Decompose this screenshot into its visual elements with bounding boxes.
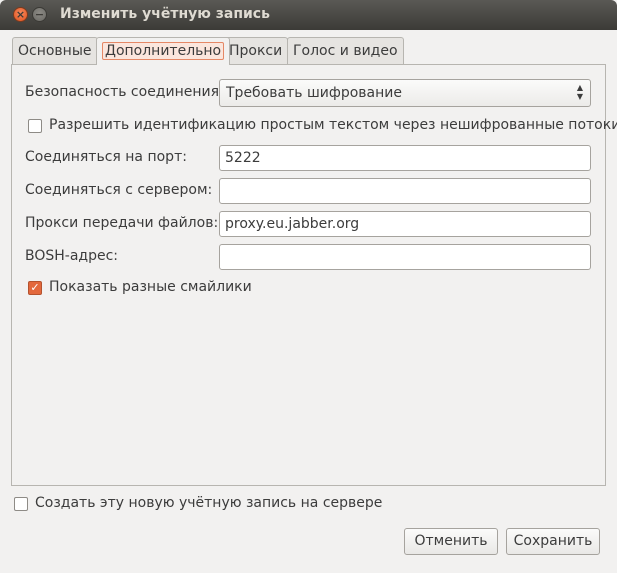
tab-voice-video[interactable]: Голос и видео [287, 37, 404, 64]
plaintext-auth-label: Разрешить идентификацию простым текстом … [49, 117, 617, 133]
tab-advanced[interactable]: Дополнительно [96, 37, 231, 65]
smileys-label: Показать разные смайлики [49, 279, 252, 295]
window-title: Изменить учётную запись [60, 6, 270, 22]
create-on-server-checkbox[interactable] [14, 497, 28, 511]
checkmark-icon: ✓ [30, 281, 40, 294]
server-label: Соединяться с сервером: [25, 182, 213, 198]
plaintext-auth-checkbox[interactable] [28, 119, 42, 133]
updown-arrows-icon: ▲ ▼ [576, 83, 583, 101]
tab-label: Прокси [229, 43, 283, 59]
bosh-input[interactable] [219, 244, 591, 270]
port-label: Соединяться на порт: [25, 149, 187, 165]
create-on-server-label: Создать эту новую учётную запись на серв… [35, 495, 383, 511]
title-bar: × − Изменить учётную запись [0, 0, 617, 30]
cancel-button[interactable]: Отменить [404, 528, 498, 555]
tab-proxy[interactable]: Прокси [223, 37, 289, 64]
security-combo[interactable]: Требовать шифрование ▲ ▼ [219, 79, 591, 107]
tab-label: Голос и видео [293, 43, 398, 59]
server-input[interactable] [219, 178, 591, 204]
tab-label: Основные [18, 43, 92, 59]
security-value: Требовать шифрование [226, 85, 402, 101]
port-input[interactable]: 5222 [219, 145, 591, 171]
security-label: Безопасность соединения: [25, 84, 224, 100]
tab-label: Дополнительно [102, 42, 225, 60]
smileys-checkbox[interactable]: ✓ [28, 281, 42, 295]
save-button[interactable]: Сохранить [506, 528, 600, 555]
file-proxy-label: Прокси передачи файлов: [25, 215, 219, 231]
minimize-window-button[interactable]: − [32, 7, 47, 22]
tab-basic[interactable]: Основные [12, 37, 98, 64]
file-proxy-input[interactable]: proxy.eu.jabber.org [219, 211, 591, 237]
bosh-label: BOSH-адрес: [25, 248, 119, 264]
close-window-button[interactable]: × [13, 7, 28, 22]
